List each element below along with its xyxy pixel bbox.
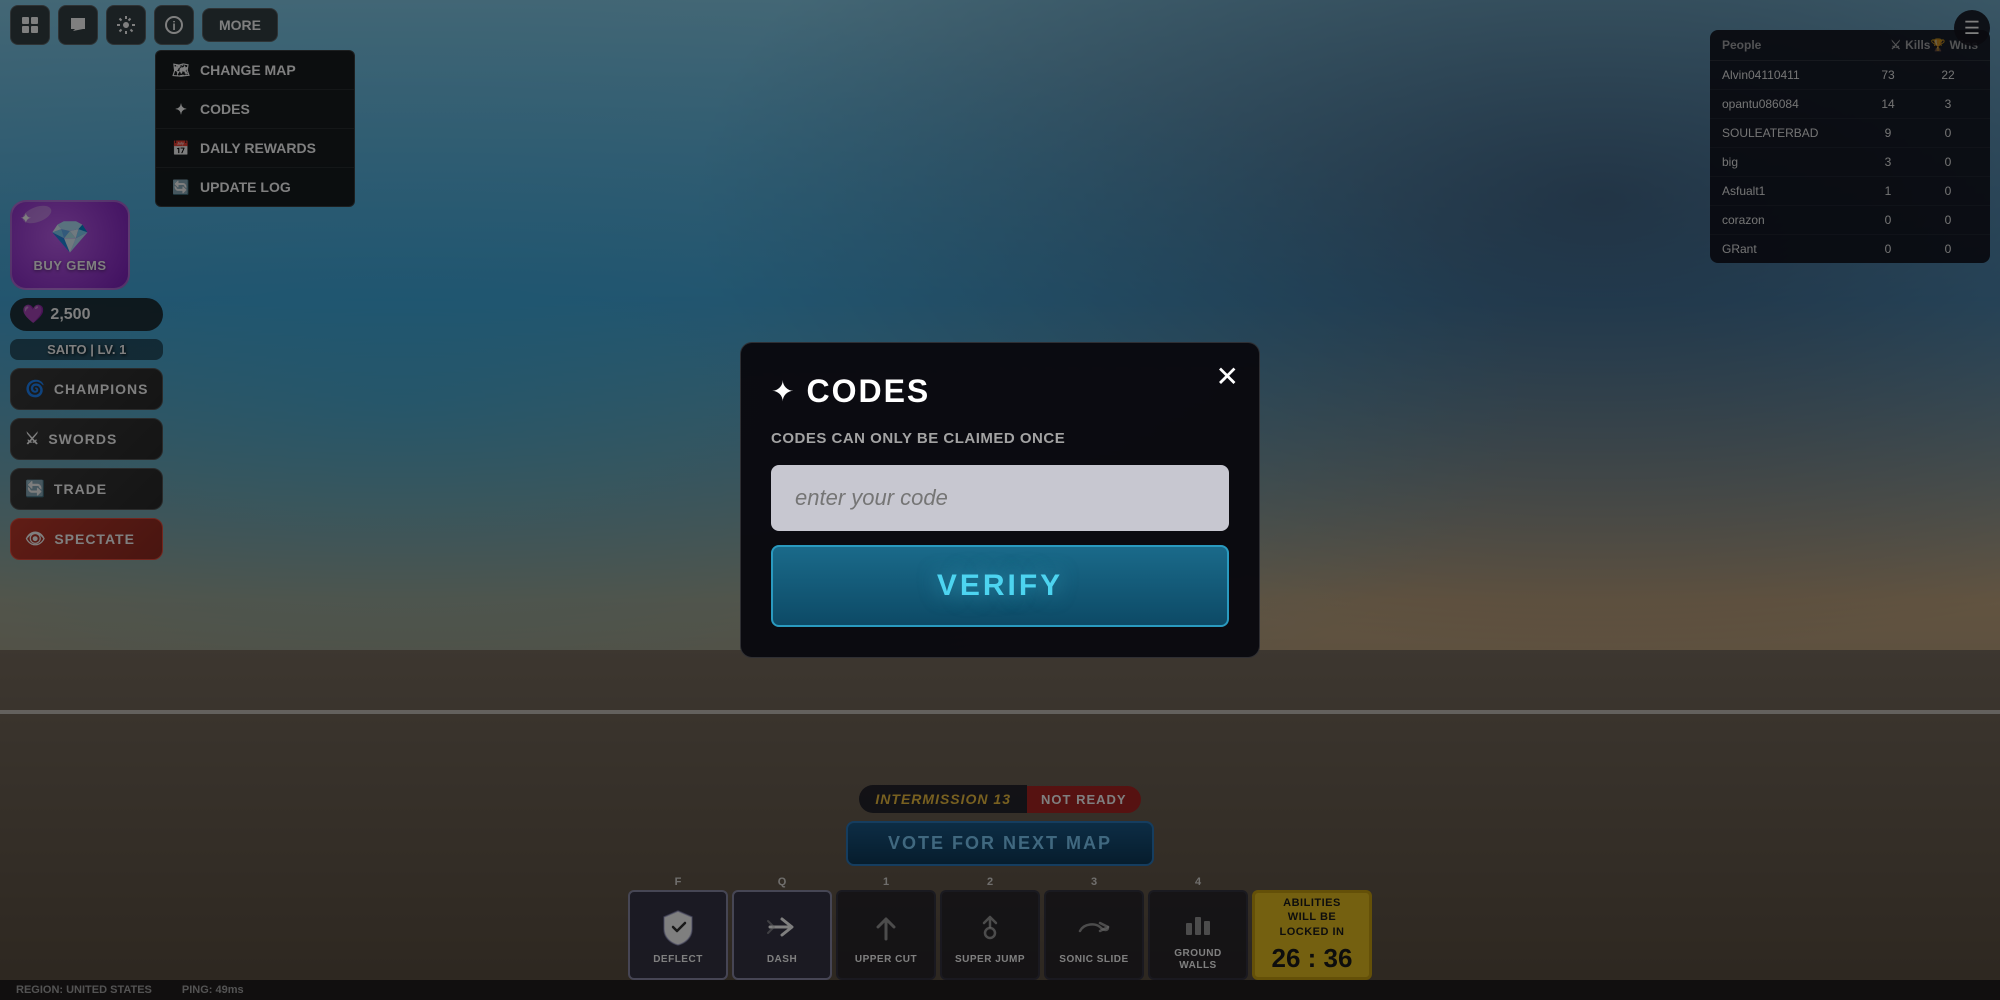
- modal-sparkle-icon: ✦: [771, 375, 794, 408]
- verify-button[interactable]: VERIFY: [771, 545, 1229, 627]
- modal-close-button[interactable]: ✕: [1216, 363, 1239, 391]
- code-input-field[interactable]: [771, 465, 1229, 531]
- modal-title: CODES: [806, 373, 930, 410]
- modal-subtitle: CODES CAN ONLY BE CLAIMED ONCE: [771, 430, 1229, 447]
- codes-modal: ✦ CODES ✕ CODES CAN ONLY BE CLAIMED ONCE…: [740, 342, 1260, 658]
- modal-header: ✦ CODES: [771, 373, 1229, 410]
- modal-overlay: ✦ CODES ✕ CODES CAN ONLY BE CLAIMED ONCE…: [0, 0, 2000, 1000]
